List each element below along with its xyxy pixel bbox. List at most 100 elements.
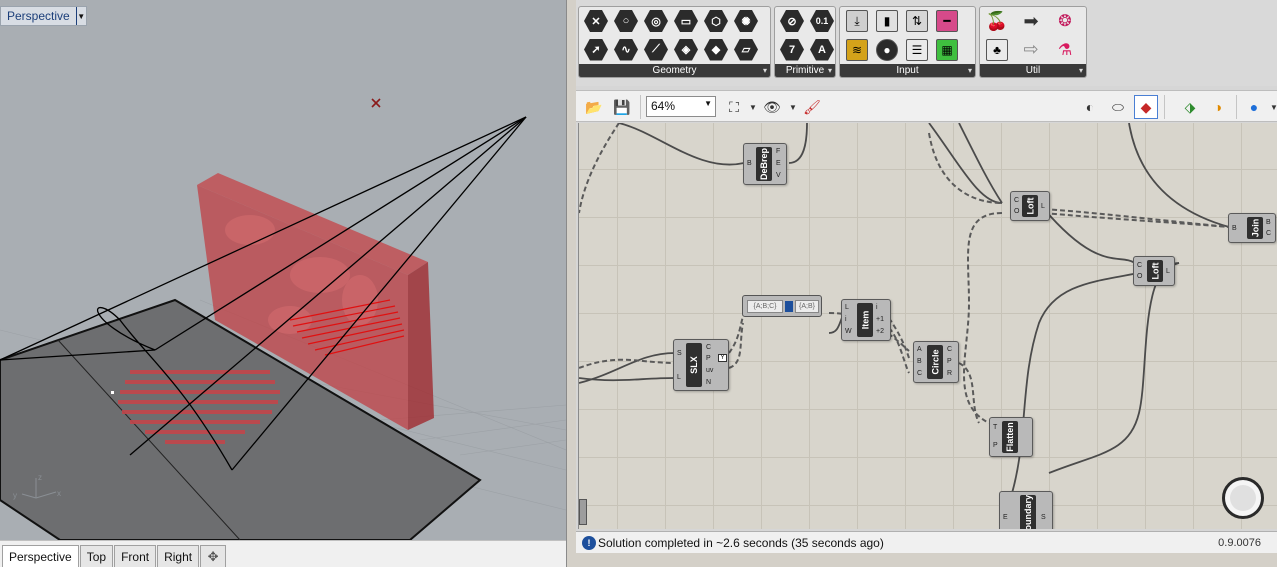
loft2-input-o[interactable]: O: [1137, 273, 1142, 281]
primitive-number-icon[interactable]: 0.1: [809, 9, 835, 33]
node-slx[interactable]: S L SLX C P uv N Y: [673, 339, 729, 391]
circle-input-c[interactable]: C: [917, 370, 922, 378]
preview-color-icon[interactable]: ◑: [1206, 95, 1230, 119]
open-file-icon[interactable]: 📂: [582, 95, 606, 119]
geometry-plane-icon[interactable]: ▱: [733, 38, 759, 62]
circle-output-r[interactable]: R: [947, 370, 952, 378]
geometry-vector-icon[interactable]: ➚: [583, 38, 609, 62]
input-gradient-icon[interactable]: ━: [934, 9, 960, 33]
node-flatten[interactable]: T P Flatten: [989, 417, 1033, 457]
debrep-output-v[interactable]: V: [776, 172, 781, 180]
flatten-input-t[interactable]: T: [993, 424, 997, 432]
slx-output-n[interactable]: N: [706, 379, 711, 387]
preview-sphere-dropdown-icon[interactable]: ▼: [1262, 95, 1277, 119]
viewport-scene[interactable]: z x y: [0, 0, 566, 540]
debrep-input-b[interactable]: B: [747, 160, 752, 168]
viewport-title[interactable]: Perspective ▼: [0, 6, 87, 26]
preview-shaded-icon[interactable]: ⬭: [1106, 95, 1130, 119]
expand-util-icon[interactable]: ▾: [1079, 66, 1083, 75]
primitive-string-icon[interactable]: A: [809, 38, 835, 62]
input-graph-icon[interactable]: ≋: [844, 38, 870, 62]
loft2-output-l[interactable]: L: [1166, 268, 1170, 276]
join-input-b[interactable]: B: [1232, 225, 1237, 233]
util-flask-icon[interactable]: ⚗: [1052, 38, 1078, 62]
geometry-box-icon[interactable]: ⬡: [703, 9, 729, 33]
viewport-menu-arrow-icon[interactable]: ▼: [75, 7, 86, 25]
loft1-output-l[interactable]: L: [1041, 203, 1045, 211]
util-tree-icon[interactable]: ♣: [984, 38, 1010, 62]
tab-perspective[interactable]: Perspective: [2, 545, 79, 567]
debrep-output-f[interactable]: F: [776, 148, 780, 156]
slx-input-s[interactable]: S: [677, 350, 682, 358]
join-output-c[interactable]: C: [1266, 230, 1271, 238]
node-circle[interactable]: A B C Circle C P R: [913, 341, 959, 383]
zoom-dropdown-icon[interactable]: ▼: [704, 99, 712, 108]
geometry-curve-icon[interactable]: ∿: [613, 38, 639, 62]
bake-icon[interactable]: ⬗: [1178, 95, 1202, 119]
geometry-mesh-icon[interactable]: ✺: [733, 9, 759, 33]
debrep-output-e[interactable]: E: [776, 160, 781, 168]
loft2-input-c[interactable]: C: [1137, 262, 1142, 270]
circle-input-a[interactable]: A: [917, 346, 922, 354]
item-output-i[interactable]: i: [876, 304, 878, 312]
geometry-line-icon[interactable]: ⟋: [643, 38, 669, 62]
input-button-icon[interactable]: ●: [874, 38, 900, 62]
geometry-rectangle-icon[interactable]: ▭: [673, 9, 699, 33]
expand-input-icon[interactable]: ▾: [968, 66, 972, 75]
input-list-icon[interactable]: ☰: [904, 38, 930, 62]
slx-output-uv[interactable]: uv: [706, 367, 713, 375]
item-output-plus2[interactable]: +2: [876, 328, 884, 336]
slx-output-p[interactable]: P: [706, 355, 711, 363]
rhino-viewport[interactable]: z x y Perspective ▼ Perspective Top Fron…: [0, 0, 566, 567]
tab-top[interactable]: Top: [79, 545, 114, 567]
data-panel-node[interactable]: {A;B;C} {A;B}: [742, 295, 822, 317]
geometry-brep-icon[interactable]: ◆: [703, 38, 729, 62]
item-output-plus1[interactable]: +1: [876, 316, 884, 324]
geometry-surface-icon[interactable]: ◈: [673, 38, 699, 62]
add-tab-icon[interactable]: ✥: [200, 545, 227, 567]
util-outline-arrow-icon[interactable]: ⇨: [1018, 38, 1044, 62]
input-panel-icon[interactable]: ⤓: [844, 9, 870, 33]
node-join[interactable]: B Join B C: [1228, 213, 1276, 243]
item-input-l[interactable]: L: [845, 304, 849, 312]
node-loft-2[interactable]: C O Loft L: [1133, 256, 1175, 286]
loft1-input-o[interactable]: O: [1014, 208, 1019, 216]
input-toggle-icon[interactable]: ▮: [874, 9, 900, 33]
circle-output-p[interactable]: P: [947, 358, 952, 366]
expand-primitive-icon[interactable]: ▾: [828, 66, 832, 75]
util-arrow-icon[interactable]: ➡: [1018, 9, 1044, 33]
preview-selected-icon[interactable]: ◆: [1134, 95, 1158, 119]
canvas-scroll-handle[interactable]: [579, 499, 587, 525]
circle-input-b[interactable]: B: [917, 358, 922, 366]
boundary-output-s[interactable]: S: [1041, 514, 1046, 522]
grasshopper-canvas[interactable]: B DeBrep F E V C O Loft L B Join B C C O…: [578, 123, 1277, 529]
node-item[interactable]: L i W Item i +1 +2: [841, 299, 891, 341]
geometry-arc-icon[interactable]: ◎: [643, 9, 669, 33]
node-debrep[interactable]: B DeBrep F E V: [743, 143, 787, 185]
primitive-boolean-icon[interactable]: ⊘: [779, 9, 805, 33]
preview-wireframe-icon[interactable]: ◐: [1078, 95, 1102, 119]
viewport-title-label[interactable]: Perspective: [1, 9, 76, 23]
node-boundary[interactable]: E Boundary S: [999, 491, 1053, 529]
sketch-brush-icon[interactable]: 🖌: [800, 95, 824, 119]
geometry-circle-icon[interactable]: ○: [613, 9, 639, 33]
tab-front[interactable]: Front: [114, 545, 157, 567]
slx-output-c[interactable]: C: [706, 344, 711, 352]
tab-right[interactable]: Right: [157, 545, 200, 567]
circle-output-c[interactable]: C: [947, 346, 952, 354]
flatten-input-p[interactable]: P: [993, 442, 998, 450]
node-loft-1[interactable]: C O Loft L: [1010, 191, 1050, 221]
input-matrix-icon[interactable]: ▦: [934, 38, 960, 62]
item-input-w[interactable]: W: [845, 328, 852, 336]
slx-input-l[interactable]: L: [677, 374, 681, 382]
boundary-input-e[interactable]: E: [1003, 514, 1008, 522]
input-slider-icon[interactable]: ⇅: [904, 9, 930, 33]
item-input-i[interactable]: i: [845, 316, 847, 324]
util-cherries-icon[interactable]: 🍒: [984, 9, 1010, 33]
primitive-integer-icon[interactable]: 7: [779, 38, 805, 62]
geometry-point-icon[interactable]: ✕: [583, 9, 609, 33]
save-file-icon[interactable]: 💾: [610, 95, 634, 119]
loft1-input-c[interactable]: C: [1014, 197, 1019, 205]
canvas-navigator-widget[interactable]: [1222, 477, 1264, 519]
join-output-b[interactable]: B: [1266, 219, 1271, 227]
